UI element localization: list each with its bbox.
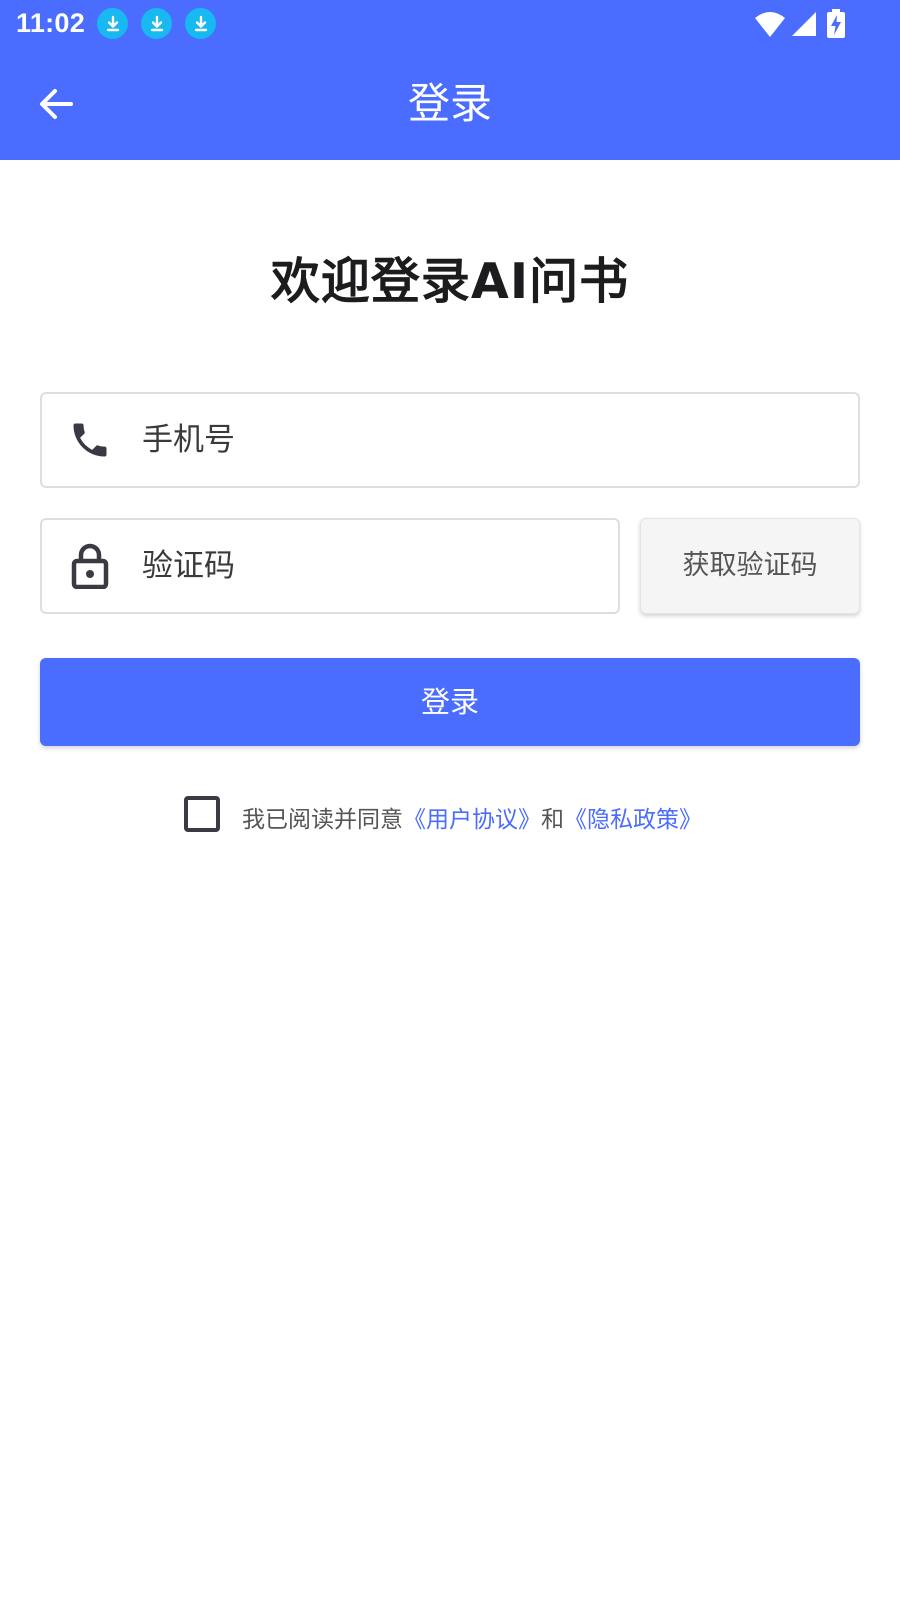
download-icon (185, 8, 216, 39)
status-time: 11:02 (16, 8, 86, 38)
get-code-button[interactable]: 获取验证码 (640, 518, 860, 614)
phone-field[interactable] (40, 392, 860, 488)
wifi-icon (755, 12, 785, 37)
code-field[interactable] (40, 518, 620, 614)
privacy-policy-link[interactable]: 《隐私政策》 (564, 807, 702, 833)
code-input[interactable] (142, 520, 598, 612)
agreement-conjunction: 和 (541, 807, 564, 833)
agreement-prefix: 我已阅读并同意 (242, 807, 403, 833)
agreement-text: 我已阅读并同意《用户协议》和《隐私政策》 (242, 800, 702, 834)
battery-charging-icon (827, 9, 845, 38)
download-icon (97, 8, 128, 39)
back-button[interactable] (30, 78, 82, 130)
phone-icon (66, 416, 114, 464)
login-button[interactable]: 登录 (40, 658, 860, 746)
agreement-row: 我已阅读并同意《用户协议》和《隐私政策》 (0, 796, 900, 836)
arrow-left-icon (40, 89, 73, 119)
user-agreement-link[interactable]: 《用户协议》 (403, 807, 541, 833)
agreement-checkbox[interactable] (184, 796, 220, 832)
lock-icon (66, 542, 114, 590)
phone-input[interactable] (142, 394, 838, 486)
welcome-title: 欢迎登录AI问书 (270, 253, 630, 310)
app-bar: 登录 (0, 48, 900, 160)
status-bar: 11:02 (0, 0, 900, 48)
signal-icon (792, 12, 816, 36)
download-icon (141, 8, 172, 39)
page-title: 登录 (407, 79, 492, 128)
